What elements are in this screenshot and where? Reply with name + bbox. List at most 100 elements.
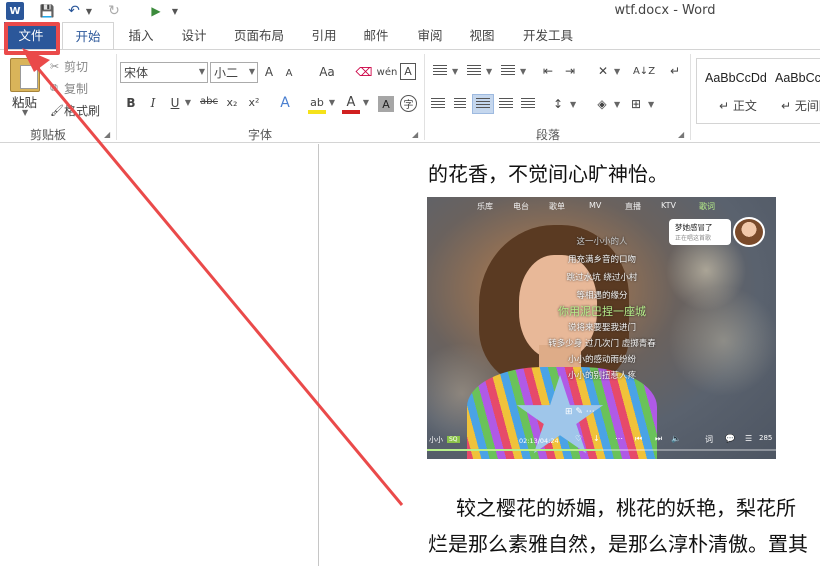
- lyric-line: 转多少身 过几次门 虚掷青春: [548, 339, 656, 349]
- ribbon-tabs: 文件 开始 插入 设计 页面布局 引用 邮件 审阅 视图 开发工具: [0, 22, 820, 50]
- character-shading-button[interactable]: A: [378, 96, 394, 112]
- shrink-font-button[interactable]: A: [282, 65, 296, 81]
- underline-dropdown-icon[interactable]: ▼: [184, 98, 192, 107]
- styles-gallery: AaBbCcDd ↵ 正文 AaBbCcDd ↵ 无间隔: [696, 58, 820, 124]
- underline-button[interactable]: U: [168, 96, 182, 110]
- text-lines-icon: [499, 98, 513, 110]
- style-sample: AaBbCcDd: [775, 71, 820, 85]
- enclose-characters-button[interactable]: 字: [400, 95, 417, 112]
- font-launcher-icon[interactable]: ◢: [412, 130, 418, 139]
- multilevel-dropdown-icon[interactable]: ▼: [520, 67, 526, 76]
- navigation-pane: [0, 144, 319, 566]
- undo-icon[interactable]: ↶: [66, 2, 82, 20]
- copy-button[interactable]: ⧉ 复制: [50, 80, 88, 96]
- clear-formatting-icon[interactable]: ⌫: [356, 64, 373, 80]
- text-effects-button[interactable]: A: [276, 95, 294, 111]
- save-icon[interactable]: 💾: [38, 2, 56, 20]
- distributed-icon[interactable]: [520, 96, 536, 112]
- justify-icon[interactable]: [498, 96, 514, 112]
- format-painter-button[interactable]: 🖌 格式刷: [50, 102, 100, 118]
- tab-developer[interactable]: 开发工具: [514, 22, 582, 49]
- heart-icon: ♡: [575, 434, 583, 443]
- play-time: 02:13/04:24: [519, 437, 559, 445]
- tab-page-layout[interactable]: 页面布局: [226, 22, 292, 49]
- tab-home[interactable]: 开始: [62, 22, 114, 50]
- playlist-icon: ☰: [745, 434, 753, 443]
- shading-dropdown-icon[interactable]: ▼: [614, 100, 620, 109]
- tab-references[interactable]: 引用: [302, 22, 346, 49]
- lyric-line: 用充满乡音的口吻: [567, 255, 636, 265]
- list-lines-icon: [433, 65, 447, 77]
- increase-indent-icon[interactable]: ⇥: [562, 63, 578, 79]
- show-marks-button[interactable]: ↵: [668, 62, 682, 80]
- align-center-icon[interactable]: [452, 96, 468, 112]
- strikethrough-button[interactable]: abc: [200, 96, 218, 107]
- paste-icon[interactable]: [10, 58, 40, 92]
- bullets-dropdown-icon[interactable]: ▼: [452, 67, 458, 76]
- highlight-dropdown-icon[interactable]: ▼: [328, 98, 336, 107]
- annotation-highlight-box: [4, 22, 60, 55]
- comment-icon: 💬: [725, 434, 735, 443]
- document-area: 的花香，不觉间心旷神怡。 乐库 电台 歌单 MV 直播 KTV 歌词 梦她感冒了…: [0, 144, 820, 566]
- phonetic-guide-button[interactable]: wén: [377, 64, 398, 80]
- more-icon: ⋯: [615, 434, 623, 443]
- bullets-icon[interactable]: [432, 63, 448, 79]
- font-size-select[interactable]: 小二 ▼: [210, 62, 258, 83]
- font-color-button[interactable]: A: [342, 94, 360, 114]
- style-normal[interactable]: AaBbCcDd ↵ 正文: [699, 59, 769, 123]
- line-spacing-icon[interactable]: ↕: [550, 96, 566, 112]
- numbering-icon[interactable]: [466, 63, 482, 79]
- tab-mailings[interactable]: 邮件: [354, 22, 398, 49]
- next-icon: ⏭: [655, 434, 663, 443]
- undo-dropdown-icon[interactable]: ▼: [84, 2, 94, 20]
- window-title: wtf.docx - Word: [614, 3, 716, 18]
- format-painter-label: 格式刷: [64, 103, 101, 118]
- touch-mode-icon[interactable]: ▶: [148, 2, 164, 20]
- borders-dropdown-icon[interactable]: ▼: [648, 100, 654, 109]
- sort-button[interactable]: A↓Z: [633, 62, 655, 80]
- chinese-layout-icon[interactable]: ✕: [594, 63, 612, 79]
- change-case-button[interactable]: Aa: [312, 64, 342, 80]
- tab-insert[interactable]: 插入: [118, 22, 164, 49]
- tab-view[interactable]: 视图: [460, 22, 504, 49]
- scissors-icon: ✂: [50, 59, 60, 73]
- customize-toolbar-dropdown-icon[interactable]: ▼: [170, 2, 180, 20]
- cut-button[interactable]: ✂ 剪切: [50, 58, 88, 74]
- superscript-button[interactable]: x²: [246, 96, 262, 109]
- style-name: ↵ 正文: [719, 99, 757, 113]
- document-page[interactable]: 的花香，不觉间心旷神怡。 乐库 电台 歌单 MV 直播 KTV 歌词 梦她感冒了…: [320, 144, 820, 566]
- paste-dropdown-icon[interactable]: ▼: [22, 108, 28, 117]
- bold-button[interactable]: B: [124, 96, 138, 110]
- chinese-layout-dropdown-icon[interactable]: ▼: [614, 67, 620, 76]
- clipboard-group-label: 剪贴板: [30, 128, 67, 142]
- progress-bar: [427, 449, 776, 451]
- paragraph-launcher-icon[interactable]: ◢: [678, 130, 684, 139]
- decrease-indent-icon[interactable]: ⇤: [540, 63, 556, 79]
- font-color-dropdown-icon[interactable]: ▼: [362, 98, 370, 107]
- line-spacing-dropdown-icon[interactable]: ▼: [570, 100, 576, 109]
- align-right-icon[interactable]: [472, 94, 494, 114]
- font-name-select[interactable]: 宋体 ▼: [120, 62, 208, 83]
- group-divider: [424, 54, 425, 140]
- music-player-screenshot[interactable]: 乐库 电台 歌单 MV 直播 KTV 歌词 梦她感冒了 正在唱这首歌 这一小小的…: [427, 197, 776, 459]
- tab-review[interactable]: 审阅: [408, 22, 452, 49]
- paint-bucket-icon[interactable]: ◈: [594, 96, 610, 112]
- highlight-color-button[interactable]: ab: [308, 94, 326, 114]
- numbering-dropdown-icon[interactable]: ▼: [486, 67, 492, 76]
- subscript-button[interactable]: x₂: [224, 96, 240, 109]
- style-no-spacing[interactable]: AaBbCcDd ↵ 无间隔: [769, 59, 820, 123]
- copy-label: 复制: [64, 81, 89, 96]
- font-name-value: 宋体: [124, 66, 149, 80]
- list-lines-icon: [467, 65, 481, 77]
- multilevel-list-icon[interactable]: [500, 63, 516, 79]
- align-left-icon[interactable]: [430, 96, 446, 112]
- lyric-line: 这一小小的人: [576, 237, 628, 247]
- italic-button[interactable]: I: [146, 96, 160, 110]
- character-border-button[interactable]: A: [400, 63, 416, 80]
- group-divider: [116, 54, 117, 140]
- clipboard-launcher-icon[interactable]: ◢: [104, 130, 110, 139]
- grow-font-button[interactable]: A: [262, 64, 276, 80]
- redo-icon[interactable]: ↻: [106, 2, 122, 20]
- borders-icon[interactable]: ⊞: [628, 96, 644, 112]
- tab-design[interactable]: 设计: [170, 22, 218, 49]
